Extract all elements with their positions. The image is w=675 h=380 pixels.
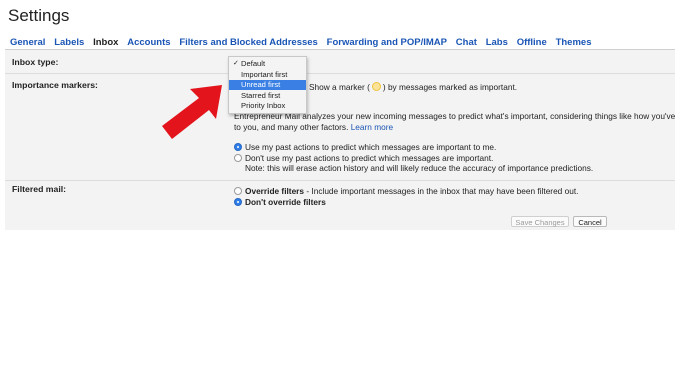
tab-labs[interactable]: Labs [486, 37, 508, 48]
dont-use-past-actions-label[interactable]: Don't use my past actions to predict whi… [245, 153, 493, 163]
override-filters-radio[interactable] [234, 187, 242, 195]
tab-inbox[interactable]: Inbox [93, 37, 118, 48]
dont-override-filters-radio[interactable] [234, 198, 242, 206]
override-filters-description: - Include important messages in the inbo… [304, 186, 579, 196]
inbox-type-option-label: Default [241, 59, 266, 68]
show-marker-text-before: Show a marker ( [309, 82, 370, 92]
tab-chat[interactable]: Chat [456, 37, 477, 48]
learn-more-link[interactable]: Learn more [351, 122, 393, 132]
filtered-mail-label: Filtered mail: [12, 184, 67, 194]
dont-use-past-actions-radio[interactable] [234, 154, 242, 162]
inbox-type-option-priority-inbox[interactable]: Priority Inbox [229, 101, 306, 111]
tab-general[interactable]: General [10, 37, 45, 48]
inbox-type-option-default[interactable]: ✓ Default [229, 59, 306, 69]
inbox-type-option-unread-first[interactable]: Unread first [229, 80, 306, 90]
importance-description-line2: to you, and many other factors. Learn mo… [234, 122, 393, 132]
row-divider [5, 73, 675, 74]
cancel-button[interactable]: Cancel [573, 216, 607, 227]
tab-themes[interactable]: Themes [556, 37, 592, 48]
override-filters-option[interactable]: Override filters - Include important mes… [245, 186, 578, 196]
settings-tabs: General Labels Inbox Accounts Filters an… [10, 37, 600, 48]
tab-accounts[interactable]: Accounts [127, 37, 170, 48]
tab-offline[interactable]: Offline [517, 37, 547, 48]
inbox-type-label: Inbox type: [12, 57, 59, 67]
use-past-actions-radio[interactable] [234, 143, 242, 151]
importance-description-text: to you, and many other factors. [234, 122, 349, 132]
inbox-type-dropdown[interactable]: ✓ Default Important first Unread first St… [228, 56, 307, 114]
importance-marker-icon [371, 82, 381, 91]
inbox-type-option-important-first[interactable]: Important first [229, 70, 306, 80]
use-past-actions-label[interactable]: Use my past actions to predict which mes… [245, 142, 496, 152]
red-arrow-annotation [162, 85, 222, 139]
inbox-type-option-starred-first[interactable]: Starred first [229, 91, 306, 101]
importance-markers-label: Importance markers: [12, 80, 98, 90]
tab-forwarding[interactable]: Forwarding and POP/IMAP [327, 37, 447, 48]
tab-labels[interactable]: Labels [54, 37, 84, 48]
dont-override-filters-label[interactable]: Don't override filters [245, 197, 326, 207]
show-marker-text-after: ) by messages marked as important. [382, 82, 518, 92]
erase-history-note: Note: this will erase action history and… [245, 163, 594, 173]
override-filters-label: Override filters [245, 186, 305, 196]
checkmark-icon: ✓ [233, 60, 239, 67]
row-divider [5, 180, 675, 181]
page-title: Settings [8, 6, 70, 25]
settings-panel [5, 50, 675, 230]
show-marker-text: Show a marker ( ) by messages marked as i… [309, 82, 517, 92]
tab-filters[interactable]: Filters and Blocked Addresses [179, 37, 318, 48]
save-changes-button[interactable]: Save Changes [511, 216, 569, 227]
